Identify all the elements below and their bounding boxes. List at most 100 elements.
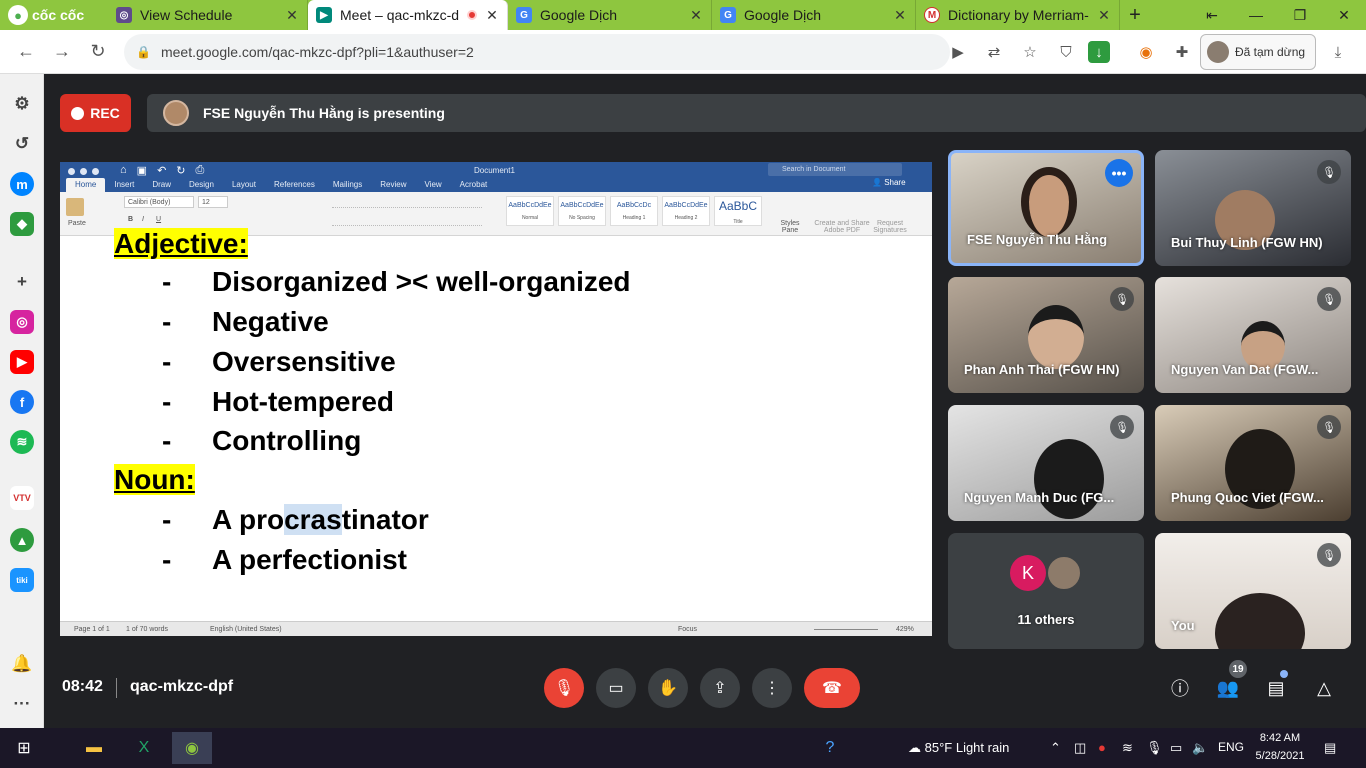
recording-badge[interactable]: REC	[60, 94, 131, 132]
tab-google-translate-2[interactable]: G Google Dịch ✕	[712, 0, 916, 30]
close-icon[interactable]: ✕	[893, 7, 907, 24]
heading-noun: Noun:	[114, 464, 195, 496]
bullet: -	[162, 544, 172, 575]
more-dots-icon[interactable]: ···	[10, 692, 34, 716]
meet-stage: REC FSE Nguyễn Thu Hằng is presenting ⌂ …	[44, 74, 1366, 728]
activities-button[interactable]: △	[1310, 674, 1338, 702]
list-item: Hot-tempered	[212, 386, 395, 417]
file-explorer-icon[interactable]: ▬	[74, 732, 114, 764]
bullet: -	[162, 346, 172, 377]
weather-widget[interactable]: ☁ 85°F Light rain	[908, 740, 1009, 756]
tiki-icon[interactable]: tiki	[10, 568, 34, 592]
tab-search-icon[interactable]: ⇤	[1190, 0, 1234, 30]
close-icon[interactable]: ✕	[485, 7, 499, 24]
participant-tile[interactable]: 🎙 Nguyen Van Dat (FGW...	[1155, 277, 1351, 393]
quick-access-toolbar: ⌂ ▣ ↶ ↻ ⎙	[120, 164, 204, 177]
close-icon[interactable]: ✕	[1097, 7, 1111, 24]
battery-icon[interactable]: ▭	[1170, 740, 1182, 756]
tray-alert-icon[interactable]: ●	[1098, 740, 1106, 755]
status-word-count: 1 of 70 words	[126, 626, 169, 633]
facebook-icon[interactable]: f	[10, 390, 34, 414]
chat-button[interactable]: ▤	[1262, 674, 1290, 702]
leave-call-button[interactable]: ☎	[804, 668, 860, 708]
extensions-puzzle-icon[interactable]: ✚	[1168, 38, 1196, 66]
present-button[interactable]: ⇪	[700, 668, 740, 708]
windows-start-icon[interactable]: ⊞	[4, 732, 44, 764]
participant-video	[1034, 439, 1104, 519]
taskbar-time[interactable]: 8:42 AM	[1250, 732, 1310, 744]
tray-chevron-icon[interactable]: ⌃	[1050, 740, 1061, 756]
browser-brand[interactable]: ● cốc cốc	[0, 0, 108, 30]
raise-hand-button[interactable]: ✋	[648, 668, 688, 708]
volume-icon[interactable]: 🔈	[1192, 740, 1208, 756]
messenger-icon[interactable]: m	[10, 172, 34, 196]
excel-icon[interactable]: X	[124, 732, 164, 764]
people-button[interactable]: 👥	[1214, 674, 1242, 702]
history-icon[interactable]: ↺	[10, 132, 34, 156]
instagram-icon[interactable]: ◎	[10, 310, 34, 334]
settings-gear-icon[interactable]: ⚙	[10, 92, 34, 116]
wifi-icon[interactable]: ≋	[1122, 740, 1133, 756]
participant-tile[interactable]: 🎙 Nguyen Manh Duc (FG...	[948, 405, 1144, 521]
presenting-text: FSE Nguyễn Thu Hằng is presenting	[203, 105, 445, 121]
tab-google-translate-1[interactable]: G Google Dịch ✕	[508, 0, 712, 30]
more-options-icon[interactable]: •••	[1105, 159, 1133, 187]
coccoc-extension-icon[interactable]: ◉	[1132, 38, 1160, 66]
hang-up-icon: ☎	[822, 680, 842, 697]
coccoc-taskbar-icon[interactable]: ◉	[172, 732, 212, 764]
others-tile[interactable]: K 11 others	[948, 533, 1144, 649]
taskbar-date[interactable]: 5/28/2021	[1250, 750, 1310, 762]
style-name: Title	[733, 219, 743, 225]
shield-icon[interactable]: ⛉	[1052, 38, 1080, 66]
ribbon-tab-design: Design	[189, 180, 214, 189]
action-center-icon[interactable]: ▤	[1324, 740, 1336, 756]
close-window-icon[interactable]: ✕	[1322, 0, 1366, 30]
reload-icon[interactable]: ↻	[80, 34, 116, 70]
game-controller-icon[interactable]: ◆	[10, 212, 34, 236]
mic-toggle-button[interactable]: 🎙	[544, 668, 584, 708]
tab-meet[interactable]: ▶ Meet – qac-mkzc-dp ✕	[308, 0, 508, 30]
meeting-details-button[interactable]: ⓘ	[1166, 674, 1194, 702]
participant-tile[interactable]: 🎙 Phung Quoc Viet (FGW...	[1155, 405, 1351, 521]
word-titlebar: ⌂ ▣ ↶ ↻ ⎙ Document1 Search in Document 👤…	[60, 162, 932, 192]
add-panel-icon[interactable]: +	[10, 270, 34, 294]
participant-tile[interactable]: 🎙 Phan Anh Thai (FGW HN)	[948, 277, 1144, 393]
self-tile[interactable]: 🎙 You	[1155, 533, 1351, 649]
new-tab-button[interactable]: +	[1120, 0, 1150, 30]
minimize-icon[interactable]: —	[1234, 0, 1278, 30]
tab-merriam-webster[interactable]: M Dictionary by Merriam- ✕	[916, 0, 1120, 30]
weather-text: 85°F Light rain	[924, 740, 1010, 755]
coccoc-hat-icon[interactable]: ▲	[10, 528, 34, 552]
help-icon[interactable]: ?	[810, 732, 850, 764]
word-document-body: Adjective: - Disorganized >< well-organi…	[60, 228, 932, 621]
profile-paused-button[interactable]: Đã tạm dừng	[1200, 34, 1316, 70]
tray-camera-icon[interactable]: ◫	[1074, 740, 1086, 756]
input-language[interactable]: ENG	[1218, 740, 1244, 754]
participant-tile[interactable]: 🎙 Bui Thuy Linh (FGW HN)	[1155, 150, 1351, 266]
back-icon[interactable]: ←	[8, 34, 44, 70]
downloads-icon[interactable]: ⤓	[1324, 38, 1352, 66]
forward-icon[interactable]: →	[44, 34, 80, 70]
spotify-icon[interactable]: ≋	[10, 430, 34, 454]
request-signatures-label: Request Signatures	[873, 220, 907, 234]
youtube-icon[interactable]: ▶	[10, 350, 34, 374]
url-field[interactable]: 🔒 meet.google.com/qac-mkzc-dpf?pli=1&aut…	[124, 34, 950, 70]
close-icon[interactable]: ✕	[285, 7, 299, 24]
camera-toggle-button[interactable]: ▭	[596, 668, 636, 708]
camera-icon[interactable]: ▶	[944, 38, 972, 66]
vtv-go-icon[interactable]: VTV	[10, 486, 34, 510]
status-language: English (United States)	[210, 626, 282, 633]
presenting-banner: FSE Nguyễn Thu Hằng is presenting	[147, 94, 1366, 132]
font-name-field: Calibri (Body)	[124, 196, 194, 208]
more-options-button[interactable]: ⋮	[752, 668, 792, 708]
notification-bell-icon[interactable]: 🔔	[10, 652, 34, 676]
restore-icon[interactable]: ❐	[1278, 0, 1322, 30]
participant-video	[1021, 167, 1077, 237]
bookmark-star-icon[interactable]: ☆	[1016, 38, 1044, 66]
tray-mic-icon[interactable]: 🎙	[1146, 740, 1163, 756]
translate-page-icon[interactable]: ⇄	[980, 38, 1008, 66]
close-icon[interactable]: ✕	[689, 7, 703, 24]
download-extension-icon[interactable]: ↓	[1088, 41, 1110, 63]
participant-tile[interactable]: ••• FSE Nguyễn Thu Hằng	[948, 150, 1144, 266]
tab-view-schedule[interactable]: ◎ View Schedule ✕	[108, 0, 308, 30]
